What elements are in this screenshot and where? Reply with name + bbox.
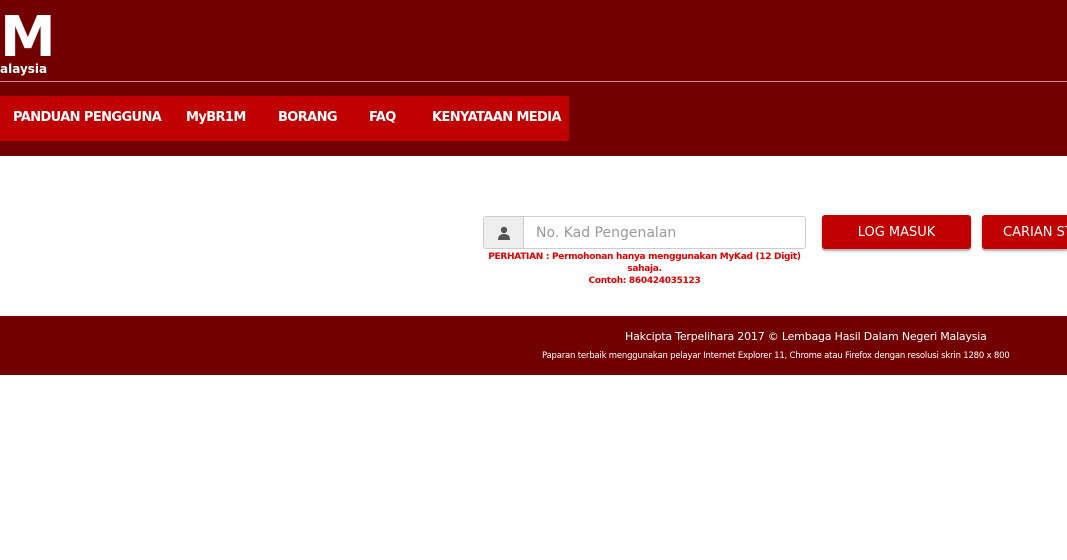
site-logo[interactable]: M [0, 10, 56, 66]
footer-copyright: Hakcipta Terpelihara 2017 © Lembaga Hasi… [625, 330, 987, 343]
user-icon [484, 217, 524, 248]
nav-item-mybr1m[interactable]: MyBR1M [186, 110, 246, 125]
site-header: M alaysia PANDUAN PENGGUNA MyBR1M BORANG… [0, 0, 1067, 156]
ic-input-group [483, 216, 806, 249]
site-logo-subtitle: alaysia [0, 62, 48, 76]
site-footer: Hakcipta Terpelihara 2017 © Lembaga Hasi… [0, 316, 1067, 375]
ic-notice: PERHATIAN : Permohonan hanya menggunakan… [483, 251, 806, 287]
nav-item-kenyataan-media[interactable]: KENYATAAN MEDIA [432, 110, 562, 125]
nav-item-faq[interactable]: FAQ [369, 110, 396, 125]
ic-notice-example: Contoh: 860424035123 [588, 276, 701, 286]
nav-item-panduan-pengguna[interactable]: PANDUAN PENGGUNA [13, 110, 162, 125]
ic-number-input[interactable] [524, 217, 805, 248]
login-button[interactable]: LOG MASUK [822, 215, 971, 249]
footer-browser-note: Paparan terbaik menggunakan pelayar Inte… [542, 351, 1010, 361]
ic-notice-text: PERHATIAN : Permohonan hanya menggunakan… [488, 252, 801, 274]
header-divider [0, 81, 1067, 82]
nav-item-borang[interactable]: BORANG [278, 110, 338, 125]
check-status-button[interactable]: CARIAN STATUS [982, 215, 1067, 249]
main-nav: PANDUAN PENGGUNA MyBR1M BORANG FAQ KENYA… [0, 96, 569, 141]
